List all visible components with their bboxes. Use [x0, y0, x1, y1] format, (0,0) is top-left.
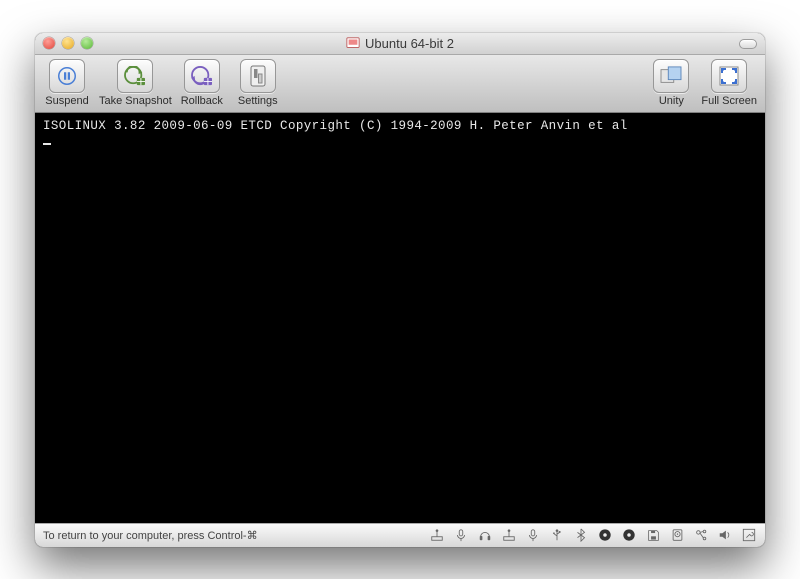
nic1-icon[interactable] — [429, 527, 445, 543]
unity-button[interactable]: Unity — [647, 59, 695, 107]
mic-icon[interactable] — [453, 527, 469, 543]
unity-label: Unity — [659, 95, 684, 107]
usb-icon[interactable] — [549, 527, 565, 543]
titlebar: Ubuntu 64-bit 2 — [35, 33, 765, 55]
window-controls — [43, 37, 93, 49]
vm-icon — [346, 36, 360, 50]
headphones-icon[interactable] — [477, 527, 493, 543]
status-icons — [429, 527, 757, 543]
cd1-icon[interactable] — [597, 527, 613, 543]
vm-window: Ubuntu 64-bit 2 Suspend T — [35, 33, 765, 547]
toolbar: Suspend Take Snapshot Rollback — [35, 55, 765, 113]
cursor — [43, 143, 51, 145]
mic2-icon[interactable] — [525, 527, 541, 543]
console-line: ISOLINUX 3.82 2009-06-09 ETCD Copyright … — [43, 119, 628, 133]
floppy-icon[interactable] — [645, 527, 661, 543]
vm-console[interactable]: ISOLINUX 3.82 2009-06-09 ETCD Copyright … — [35, 113, 765, 523]
nic2-icon[interactable] — [501, 527, 517, 543]
release-hint: To return to your computer, press Contro… — [43, 529, 258, 542]
settings-button[interactable]: Settings — [234, 59, 282, 107]
toolbar-toggle[interactable] — [739, 39, 757, 49]
hdd-icon[interactable] — [669, 527, 685, 543]
snapshot-icon — [124, 66, 146, 86]
unity-icon — [660, 66, 682, 86]
settings-label: Settings — [238, 95, 278, 107]
fullscreen-button[interactable]: Full Screen — [701, 59, 757, 107]
suspend-button[interactable]: Suspend — [43, 59, 91, 107]
close-button[interactable] — [43, 37, 55, 49]
take-snapshot-button[interactable]: Take Snapshot — [99, 59, 172, 107]
fullscreen-icon — [719, 66, 739, 86]
shared-folder-icon[interactable] — [693, 527, 709, 543]
rollback-button[interactable]: Rollback — [178, 59, 226, 107]
cd2-icon[interactable] — [621, 527, 637, 543]
fullscreen-label: Full Screen — [701, 95, 757, 107]
settings-icon — [249, 65, 267, 87]
pause-icon — [58, 67, 76, 85]
window-title: Ubuntu 64-bit 2 — [365, 36, 454, 51]
sound-icon[interactable] — [717, 527, 733, 543]
rollback-label: Rollback — [181, 95, 223, 107]
zoom-button[interactable] — [81, 37, 93, 49]
bluetooth-icon[interactable] — [573, 527, 589, 543]
status-bar: To return to your computer, press Contro… — [35, 523, 765, 547]
suspend-label: Suspend — [45, 95, 88, 107]
rollback-icon — [191, 66, 213, 86]
tools-icon[interactable] — [741, 527, 757, 543]
minimize-button[interactable] — [62, 37, 74, 49]
take-snapshot-label: Take Snapshot — [99, 95, 172, 107]
